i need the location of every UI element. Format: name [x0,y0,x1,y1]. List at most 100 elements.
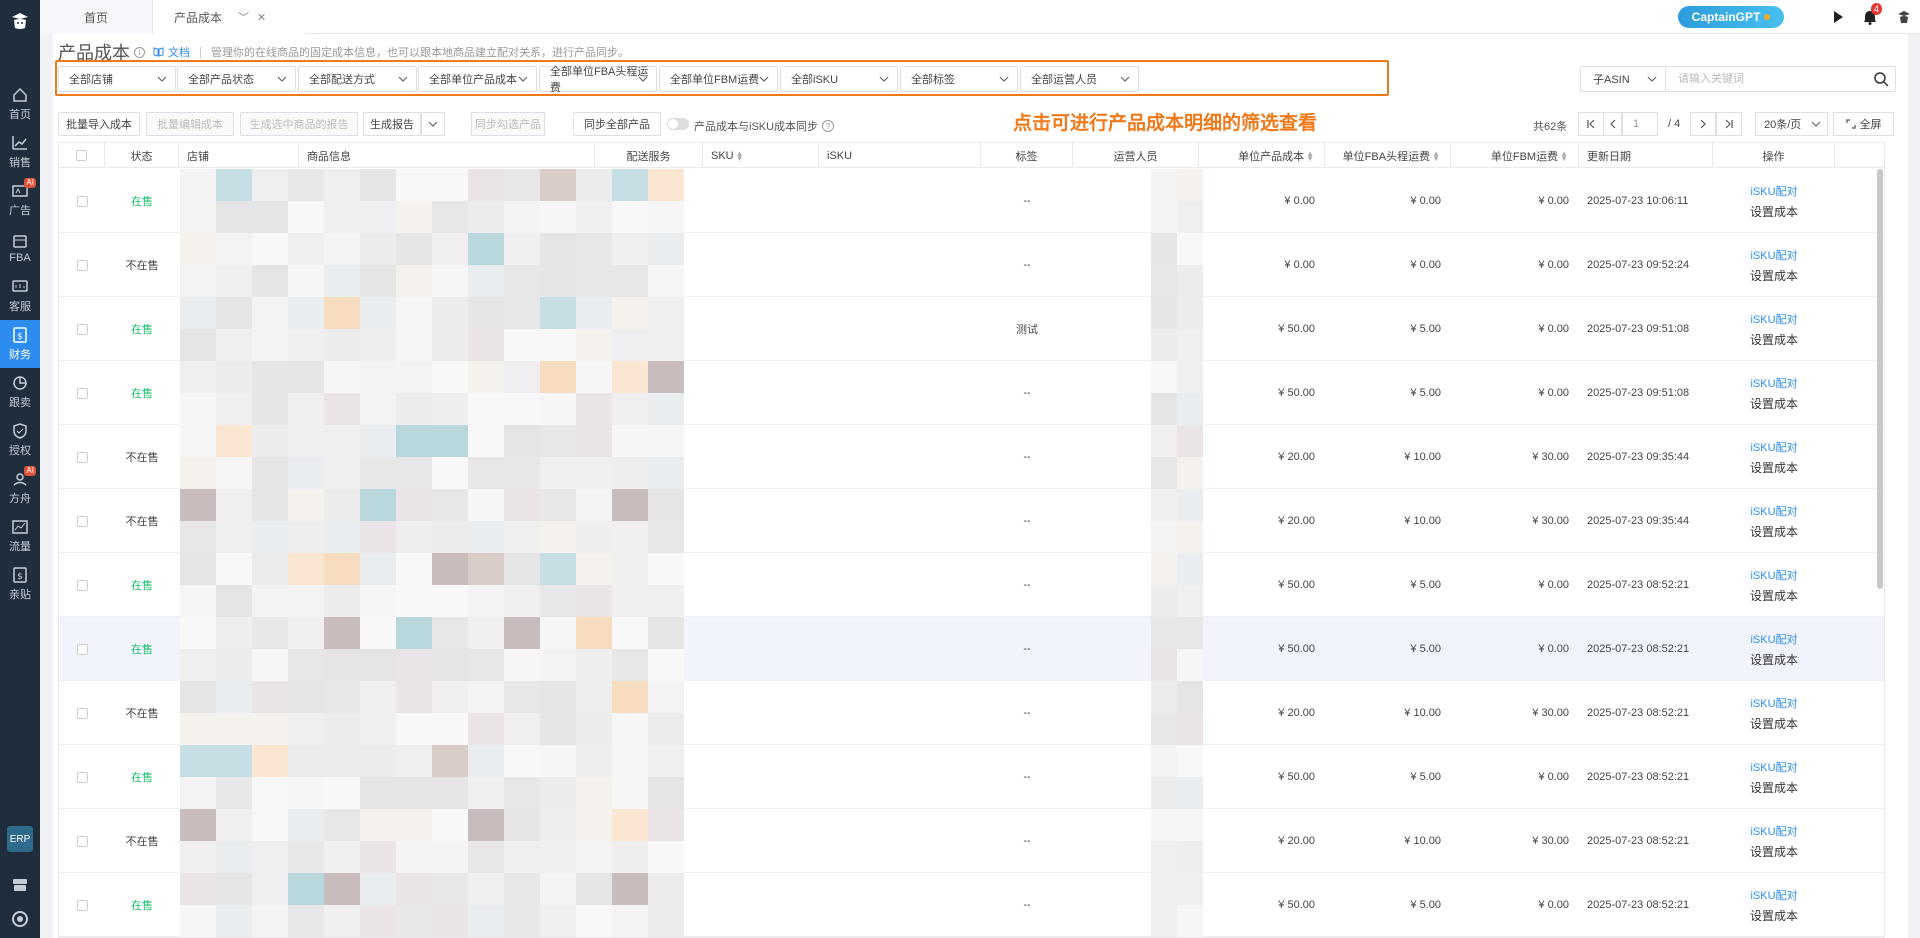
isku-pair-link[interactable]: iSKU配对 [1750,311,1797,327]
set-cost-link[interactable]: 设置成本 [1750,843,1798,860]
prev-page-button[interactable] [1604,112,1622,136]
sidebar-item-home[interactable]: 首页 [0,80,40,128]
sidebar-item-box[interactable]: FBA [0,224,40,272]
tab-dropdown-icon[interactable]: ﹀ [238,9,249,25]
table-row[interactable]: 不在售 -- ¥ 0.00 ¥ 0.00 ¥ 0.00 2025-07-23 09:52:… [59,233,1884,297]
isku-pair-link[interactable]: iSKU配对 [1750,567,1797,583]
set-cost-link[interactable]: 设置成本 [1750,331,1798,348]
row-checkbox[interactable] [76,515,88,527]
captaingpt-button[interactable]: CaptainGPT [1678,6,1784,28]
generate-selected-report-button[interactable]: 生成选中商品的报告 [240,112,358,136]
report-dropdown-button[interactable] [421,112,445,136]
row-checkbox[interactable] [76,579,88,591]
table-row[interactable]: 在售 -- ¥ 50.00 ¥ 5.00 ¥ 0.00 2025-07-23 08:52:… [59,617,1884,681]
filter-select-7[interactable]: 全部iSKU [780,66,898,92]
batch-import-button[interactable]: 批量导入成本 [58,112,140,136]
tab-home[interactable]: 首页 [40,0,153,34]
sidebar-item-chart-line[interactable]: 销售 [0,128,40,176]
col-fba-freight[interactable]: 单位FBA头程运费 ▲ ▼ [1325,143,1451,168]
set-cost-link[interactable]: 设置成本 [1750,267,1798,284]
first-page-button[interactable] [1578,112,1604,136]
sidebar-item-pie[interactable]: 跟卖 [0,368,40,416]
set-cost-link[interactable]: 设置成本 [1750,907,1798,924]
filter-select-6[interactable]: 全部单位FBM运费 [659,66,778,92]
sync-selected-button[interactable]: 同步勾选产品 [471,112,545,136]
col-sku[interactable]: SKU ▲ ▼ [703,143,819,168]
table-row[interactable]: 在售 -- ¥ 50.00 ¥ 5.00 ¥ 0.00 2025-07-23 08:52:… [59,745,1884,809]
set-cost-link[interactable]: 设置成本 [1750,459,1798,476]
isku-pair-link[interactable]: iSKU配对 [1750,247,1797,263]
table-row[interactable]: 不在售 -- ¥ 20.00 ¥ 10.00 ¥ 30.00 2025-07-23 08:… [59,809,1884,873]
table-scrollbar[interactable] [1877,169,1883,589]
row-checkbox[interactable] [76,899,88,911]
doc-link[interactable]: 文档 [153,44,190,60]
isku-pair-link[interactable]: iSKU配对 [1750,759,1797,775]
filter-select-4[interactable]: 全部单位产品成本 [418,66,537,92]
isku-pair-link[interactable]: iSKU配对 [1750,503,1797,519]
avatar[interactable] [1894,7,1914,27]
last-page-button[interactable] [1716,112,1742,136]
table-row[interactable]: 在售 -- ¥ 50.00 ¥ 5.00 ¥ 0.00 2025-07-23 08:52:… [59,553,1884,617]
question-icon[interactable]: ? [822,120,835,132]
sidebar-item-chat[interactable]: 客服 [0,272,40,320]
col-fbm-freight[interactable]: 单位FBM运费 ▲ ▼ [1451,143,1579,168]
filter-select-3[interactable]: 全部配送方式 [298,66,417,92]
row-checkbox[interactable] [76,451,88,463]
table-row[interactable]: 不在售 -- ¥ 20.00 ¥ 10.00 ¥ 30.00 2025-07-23 09:… [59,425,1884,489]
sidebar-item-dollar[interactable]: $ 财务 [0,320,40,368]
generate-report-button[interactable]: 生成报告 [363,112,421,136]
search-type-select[interactable]: 子ASIN [1580,66,1666,92]
filter-select-9[interactable]: 全部运营人员 [1020,66,1139,92]
table-row[interactable]: 不在售 -- ¥ 20.00 ¥ 10.00 ¥ 30.00 2025-07-23 08:… [59,681,1884,745]
set-cost-link[interactable]: 设置成本 [1750,523,1798,540]
set-cost-link[interactable]: 设置成本 [1750,779,1798,796]
row-checkbox[interactable] [76,835,88,847]
sync-all-button[interactable]: 同步全部产品 [573,112,661,136]
sidebar-item-ark[interactable]: 方舟 AI [0,464,40,512]
batch-edit-button[interactable]: 批量编辑成本 [146,112,234,136]
isku-pair-link[interactable]: iSKU配对 [1750,695,1797,711]
isku-pair-link[interactable]: iSKU配对 [1750,375,1797,391]
filter-select-5[interactable]: 全部单位FBA头程运费 [539,66,657,94]
search-input[interactable] [1666,66,1896,92]
tab-product-cost[interactable]: 产品成本 ﹀ ✕ [153,0,305,34]
isku-pair-link[interactable]: iSKU配对 [1750,183,1797,199]
select-all-checkbox[interactable] [76,150,87,161]
row-checkbox[interactable] [76,323,88,335]
isku-pair-link[interactable]: iSKU配对 [1750,439,1797,455]
table-row[interactable]: 不在售 -- ¥ 20.00 ¥ 10.00 ¥ 30.00 2025-07-23 09:… [59,489,1884,553]
sidebar-item-traffic[interactable]: 流量 [0,512,40,560]
row-checkbox[interactable] [76,771,88,783]
sidebar-item-ad[interactable]: 广告 AI [0,176,40,224]
sidebar-item-shield[interactable]: 授权 [0,416,40,464]
row-checkbox[interactable] [76,259,88,271]
next-page-button[interactable] [1690,112,1716,136]
page-input[interactable]: 1 [1622,112,1658,136]
table-row[interactable]: 在售 -- ¥ 50.00 ¥ 5.00 ¥ 0.00 2025-07-23 09:51:… [59,361,1884,425]
filter-select-1[interactable]: 全部店铺 [58,66,176,92]
filter-select-8[interactable]: 全部标签 [900,66,1018,92]
bell-icon[interactable]: 4 [1860,3,1882,27]
sidebar-item-dollar-doc[interactable]: $ 亲贴 [0,560,40,608]
tab-close-icon[interactable]: ✕ [257,11,266,24]
play-icon[interactable] [1828,7,1848,27]
table-row[interactable]: 在售 -- ¥ 0.00 ¥ 0.00 ¥ 0.00 2025-07-23 10:06:1… [59,169,1884,233]
table-row[interactable]: 在售 -- ¥ 50.00 ¥ 5.00 ¥ 0.00 2025-07-23 08:52:… [59,873,1884,937]
table-row[interactable]: 在售 测试 ¥ 50.00 ¥ 5.00 ¥ 0.00 2025-07-23 09:51:… [59,297,1884,361]
isku-pair-link[interactable]: iSKU配对 [1750,887,1797,903]
set-cost-link[interactable]: 设置成本 [1750,587,1798,604]
row-checkbox[interactable] [76,643,88,655]
row-checkbox[interactable] [76,195,88,207]
search-icon[interactable] [1873,71,1889,87]
help-icon[interactable] [0,902,40,936]
erp-button[interactable]: ERP [7,826,33,852]
row-checkbox[interactable] [76,707,88,719]
set-cost-link[interactable]: 设置成本 [1750,203,1798,220]
isku-pair-link[interactable]: iSKU配对 [1750,823,1797,839]
page-size-select[interactable]: 20条/页 [1755,112,1828,136]
row-checkbox[interactable] [76,387,88,399]
app-logo[interactable] [0,0,40,42]
fullscreen-button[interactable]: 全屏 [1833,112,1894,136]
set-cost-link[interactable]: 设置成本 [1750,395,1798,412]
isku-pair-link[interactable]: iSKU配对 [1750,631,1797,647]
